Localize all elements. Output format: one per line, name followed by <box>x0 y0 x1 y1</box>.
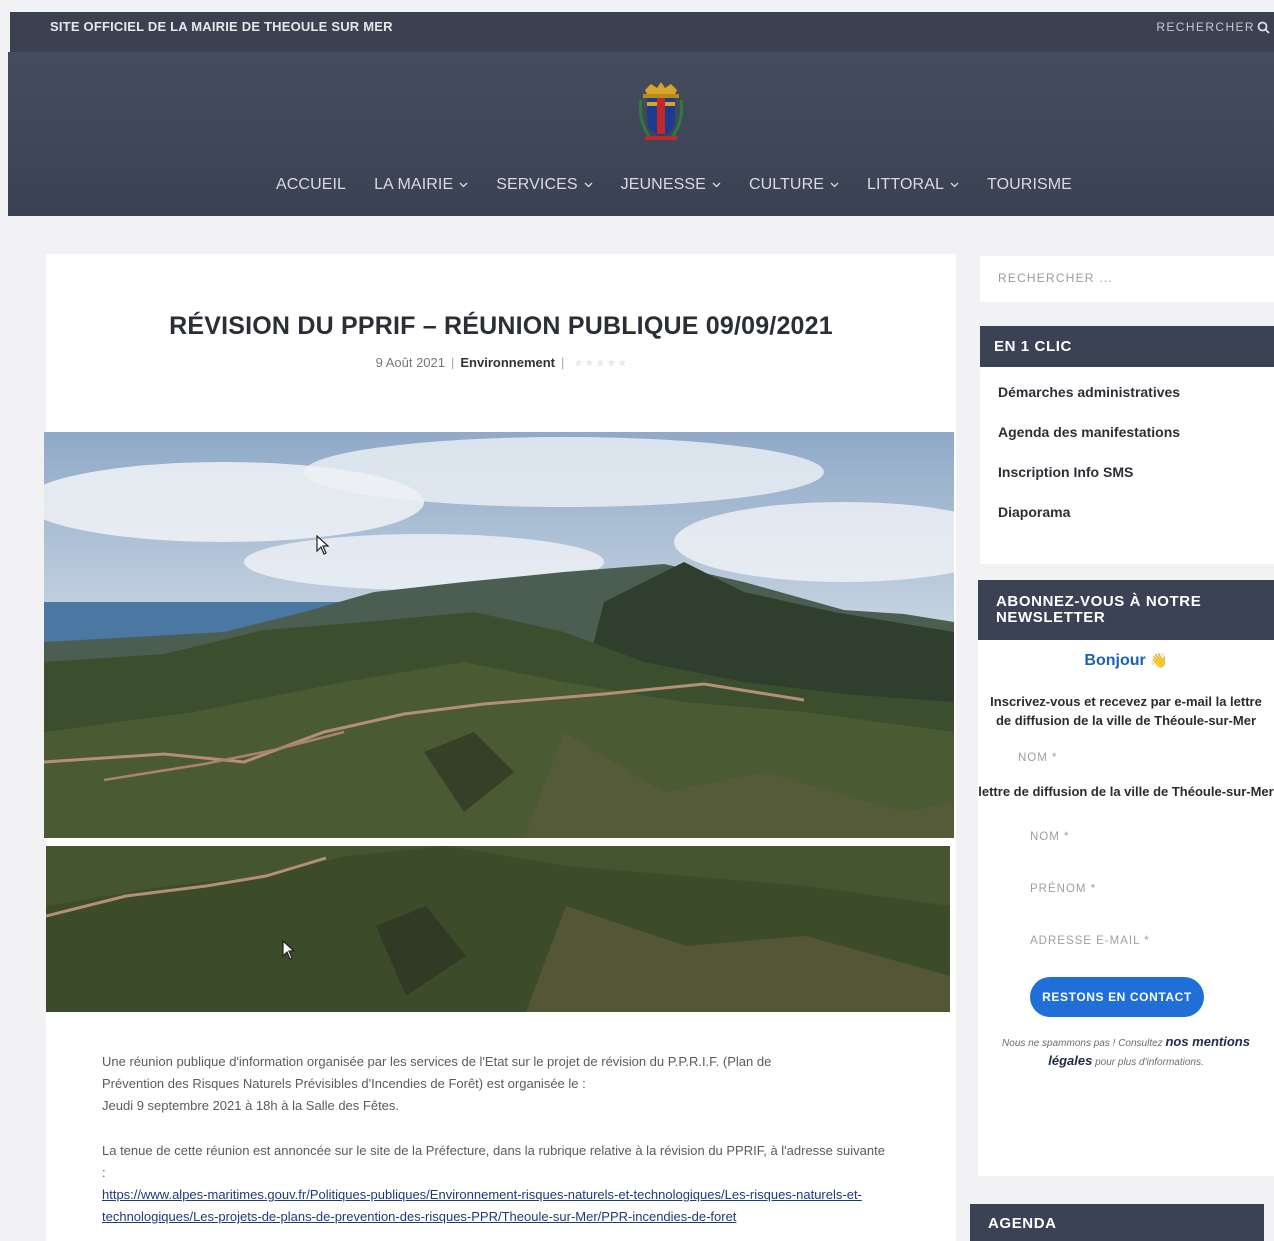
subscribe-button[interactable]: RESTONS EN CONTACT <box>1030 977 1204 1017</box>
newsletter-greeting: Bonjour 👋 <box>978 652 1274 670</box>
greeting-text: Bonjour <box>1084 652 1146 669</box>
paragraph-line: Une réunion publique d'information organ… <box>102 1054 772 1069</box>
newsletter-intro-repeat: lettre de diffusion de la ville de Théou… <box>978 784 1274 799</box>
page-title: RÉVISION DU PPRIF – RÉUNION PUBLIQUE 09/… <box>169 312 833 340</box>
legal-suffix: pour plus d'informations. <box>1095 1057 1204 1068</box>
star-icon[interactable] <box>596 358 605 367</box>
nav-label[interactable]: ACCUEIL <box>276 176 346 194</box>
search-icon[interactable] <box>1257 21 1270 34</box>
nav-label[interactable]: TOURISME <box>987 176 1072 194</box>
nav-item-tourisme[interactable]: TOURISME <box>987 176 1072 194</box>
main-header: ACCUEIL LA MAIRIE SERVICES JEUNESSE CULT… <box>8 52 1274 216</box>
email-field[interactable]: ADRESSE E-MAIL * <box>1030 927 1200 957</box>
newsletter-widget: ABONNEZ-VOUS À NOTRE NEWSLETTER Bonjour … <box>978 580 1274 1176</box>
widget-title: ABONNEZ-VOUS À NOTRE NEWSLETTER <box>978 580 1274 640</box>
nav-item-jeunesse[interactable]: JEUNESSE <box>621 176 721 194</box>
quick-link-diaporama[interactable]: Diaporama <box>980 493 1274 533</box>
widget-title: EN 1 CLIC <box>980 326 1274 367</box>
agenda-widget: AGENDA <box>970 1204 1264 1241</box>
coat-of-arms-logo[interactable] <box>637 80 685 142</box>
chevron-down-icon <box>712 182 721 188</box>
featured-image-continued <box>46 846 950 1012</box>
nav-item-services[interactable]: SERVICES <box>496 176 593 194</box>
mouse-cursor-icon <box>282 940 296 960</box>
nav-item-la-mairie[interactable]: LA MAIRIE <box>374 176 468 194</box>
wave-emoji-icon: 👋 <box>1150 652 1168 668</box>
star-icon[interactable] <box>585 358 594 367</box>
top-search-label[interactable]: RECHERCHER <box>1156 20 1255 34</box>
paragraph-line: Jeudi 9 septembre 2021 à 18h à la Salle … <box>102 1098 400 1113</box>
star-icon[interactable] <box>574 358 583 367</box>
quick-link-sms[interactable]: Inscription Info SMS <box>980 453 1274 493</box>
quick-link-demarches[interactable]: Démarches administratives <box>980 373 1274 413</box>
name-field[interactable]: NOM * <box>1030 823 1230 853</box>
name-field[interactable]: NOM * <box>1018 744 1218 774</box>
mouse-cursor-icon <box>316 535 330 555</box>
main-nav: ACCUEIL LA MAIRIE SERVICES JEUNESSE CULT… <box>276 172 1072 198</box>
article: RÉVISION DU PPRIF – RÉUNION PUBLIQUE 09/… <box>44 254 956 1241</box>
nav-label[interactable]: CULTURE <box>749 176 824 194</box>
chevron-down-icon <box>830 182 839 188</box>
widget-title: AGENDA <box>970 1204 1264 1241</box>
quick-link-agenda[interactable]: Agenda des manifestations <box>980 413 1274 453</box>
post-meta: 9 Août 2021 | Environnement | <box>46 355 956 370</box>
legal-notice: Nous ne spammons pas ! Consultez nos men… <box>992 1033 1260 1071</box>
featured-image <box>44 432 954 838</box>
article-body: Une réunion publique d'information organ… <box>102 1051 892 1241</box>
prefecture-link[interactable]: https://www.alpes-maritimes.gouv.fr/Poli… <box>102 1187 862 1224</box>
chevron-down-icon <box>459 182 468 188</box>
site-name: SITE OFFICIEL DE LA MAIRIE DE THEOULE SU… <box>50 19 393 34</box>
nav-label[interactable]: JEUNESSE <box>621 176 706 194</box>
quick-links-widget: EN 1 CLIC Démarches administratives Agen… <box>980 326 1274 564</box>
newsletter-intro: Inscrivez-vous et recevez par e-mail la … <box>990 694 1262 728</box>
paragraph-text: La tenue de cette réunion est annoncée s… <box>102 1143 885 1180</box>
post-category-link[interactable]: Environnement <box>460 355 555 370</box>
article-paragraph: La tenue de cette réunion est annoncée s… <box>102 1140 892 1228</box>
quick-links-list: Démarches administratives Agenda des man… <box>980 367 1274 533</box>
top-search[interactable]: RECHERCHER <box>1156 20 1270 34</box>
legal-prefix: Nous ne spammons pas ! Consultez <box>1002 1038 1163 1049</box>
sidebar-search-input[interactable]: RECHERCHER ... <box>980 256 1274 302</box>
chevron-down-icon <box>584 182 593 188</box>
star-icon[interactable] <box>607 358 616 367</box>
top-bar: SITE OFFICIEL DE LA MAIRIE DE THEOULE SU… <box>10 12 1274 52</box>
meta-separator: | <box>451 355 455 370</box>
rating-stars[interactable] <box>574 358 627 367</box>
meta-separator: | <box>561 355 565 370</box>
nav-item-culture[interactable]: CULTURE <box>749 176 839 194</box>
nav-label[interactable]: LA MAIRIE <box>374 176 453 194</box>
nav-label[interactable]: LITTORAL <box>867 176 944 194</box>
nav-label[interactable]: SERVICES <box>496 176 577 194</box>
nav-item-littoral[interactable]: LITTORAL <box>867 176 959 194</box>
paragraph-line: Prévention des Risques Naturels Prévisib… <box>102 1076 586 1091</box>
chevron-down-icon <box>950 182 959 188</box>
post-date: 9 Août 2021 <box>375 355 445 370</box>
nav-item-accueil[interactable]: ACCUEIL <box>276 176 346 194</box>
article-paragraph: Une réunion publique d'information organ… <box>102 1051 892 1117</box>
star-icon[interactable] <box>618 358 627 367</box>
firstname-field[interactable]: PRÉNOM * <box>1030 875 1200 905</box>
